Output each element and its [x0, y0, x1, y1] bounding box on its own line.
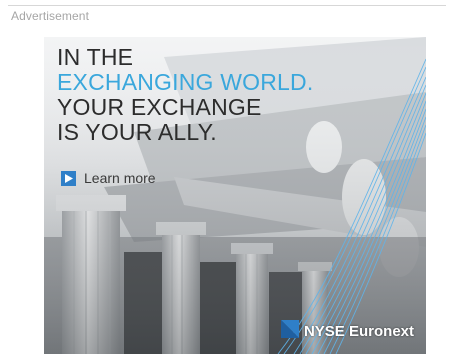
- headline-line-4: IS YOUR ALLY.: [57, 119, 217, 145]
- advertisement-label: Advertisement: [11, 9, 89, 23]
- nyse-logo-icon: [280, 320, 299, 343]
- top-divider: [8, 5, 446, 6]
- ad-banner[interactable]: IN THE EXCHANGING WORLD. YOUR EXCHANGE I…: [44, 37, 426, 354]
- learn-more-link[interactable]: Learn more: [61, 170, 156, 186]
- play-icon: [61, 170, 76, 186]
- headline: IN THE EXCHANGING WORLD. YOUR EXCHANGE I…: [57, 45, 313, 145]
- headline-line-2: EXCHANGING WORLD.: [57, 69, 314, 95]
- learn-more-label: Learn more: [84, 170, 156, 186]
- headline-line-1: IN THE: [57, 44, 134, 70]
- brand-logo: NYSE Euronext: [280, 320, 414, 343]
- headline-line-3: YOUR EXCHANGE: [57, 94, 262, 120]
- brand-name: NYSE Euronext: [303, 323, 414, 340]
